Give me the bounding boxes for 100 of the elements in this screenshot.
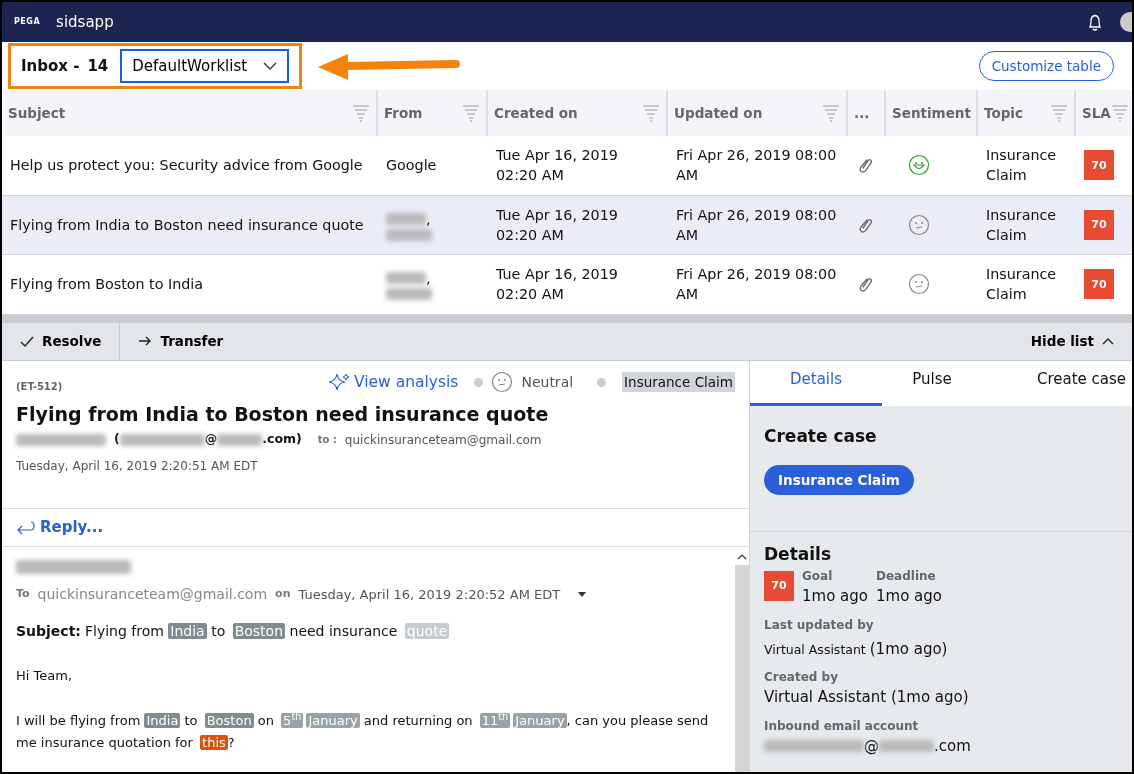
column-header[interactable]: ...: [848, 90, 886, 136]
subject-text[interactable]: Flying from Boston to India: [10, 274, 204, 295]
dot-icon: [474, 377, 484, 387]
sender-email-text: @: [204, 430, 218, 449]
to-label: To: [16, 586, 30, 603]
bell-icon: [1086, 13, 1104, 31]
updated-by-text: Virtual Assistant: [764, 640, 866, 659]
paperclip-icon: [856, 156, 874, 175]
sender-text: Google: [386, 156, 437, 176]
panel-tab[interactable]: Pulse: [882, 360, 982, 406]
on-label: on: [275, 586, 291, 603]
filter-icon: [822, 104, 840, 122]
created-date: Tue Apr 16, 2019 02:20 AM: [496, 265, 619, 305]
sparkle-icon: [327, 372, 350, 392]
created-date: Tue Apr 16, 2019 02:20 AM: [496, 146, 619, 186]
column-header[interactable]: Topic: [978, 90, 1076, 136]
recipient-email: quickinsuranceteam@gmail.com: [37, 585, 268, 604]
redacted-text: [386, 272, 426, 285]
app-logo: PEGA: [14, 16, 41, 28]
section-heading: Create case: [764, 424, 878, 448]
sla-badge: 70: [764, 571, 794, 601]
filter-icon: [462, 104, 480, 122]
avatar-icon[interactable]: [1120, 12, 1132, 32]
sender-email-text: .com): [262, 430, 302, 449]
sla-badge: 70: [1084, 150, 1114, 181]
message-id: (ET-512): [16, 379, 63, 394]
sender-email-text: (: [114, 430, 120, 449]
sla-badge: 70: [1084, 269, 1114, 300]
resolve-button[interactable]: Resolve: [2, 322, 121, 360]
redacted-text: [386, 228, 432, 241]
goal-label: Goal: [802, 568, 834, 585]
reply-arrow-icon: [16, 518, 36, 536]
deadline-value: 1mo ago: [876, 586, 942, 607]
redacted-text: [879, 739, 934, 752]
column-header[interactable]: From: [378, 90, 488, 136]
filter-icon: [642, 104, 660, 122]
updated-date: Fri Apr 26, 2019 08:00 AM: [676, 205, 838, 245]
subject-text[interactable]: Help us protect you: Security advice from Google: [10, 155, 363, 176]
dot-icon: [597, 377, 607, 387]
redacted-text: [386, 288, 432, 301]
column-header[interactable]: SLA: [1076, 90, 1132, 136]
topic-text: Insurance Claim: [986, 146, 1058, 186]
column-header[interactable]: Created on: [488, 90, 668, 136]
sent-date: Tuesday, April 16, 2019 2:20:52 AM EDT: [298, 585, 561, 604]
chevron-down-icon: [263, 61, 278, 71]
reply-link[interactable]: Reply...: [16, 515, 104, 539]
sender-text: ,: [426, 209, 431, 229]
email-paragraph: I will be flying from India to Boston on 5$^{th}$ January and returning on 11$^{th}$ January, can you please send me insurance quotation for this?: [16, 709, 710, 752]
insurance-claim-button[interactable]: Insurance Claim: [764, 465, 914, 496]
message-date: Tuesday, April 16, 2019 2:20:51 AM EDT: [16, 458, 259, 475]
goal-value: 1mo ago: [802, 586, 868, 607]
email-account-text: @: [864, 735, 879, 757]
updated-date: Fri Apr 26, 2019 08:00 AM: [676, 146, 838, 186]
worklist-dropdown[interactable]: DefaultWorklist: [120, 48, 290, 84]
filter-icon: [1110, 104, 1129, 122]
topic-text: Insurance Claim: [986, 265, 1058, 305]
message-title: Flying from India to Boston need insurance quote: [16, 401, 550, 427]
subject-label: Subject:: [16, 622, 81, 641]
email-account-text: .com: [934, 735, 971, 757]
updated-time-text: (1mo ago): [869, 638, 948, 660]
subject-text: Flying from India to Boston need insurance quote: [84, 622, 450, 641]
deadline-label: Deadline: [876, 568, 937, 585]
panel-tab[interactable]: Create case: [982, 360, 1132, 406]
topic-text: Insurance Claim: [986, 205, 1058, 245]
filter-icon: [352, 104, 370, 122]
greeting-text: Hi Team,: [16, 667, 73, 685]
splitter-bar[interactable]: [2, 314, 1132, 323]
section-heading: Details: [764, 542, 832, 566]
scroll-up-icon: [737, 552, 747, 561]
created-date: Tue Apr 16, 2019 02:20 AM: [496, 205, 619, 245]
field-label: Inbound email account: [764, 717, 920, 735]
sentiment-label: Neutral: [521, 372, 574, 392]
updated-date: Fri Apr 26, 2019 08:00 AM: [676, 265, 838, 305]
inbox-count: 14: [87, 55, 109, 77]
recipient-email: quickinsuranceteam@gmail.com: [344, 431, 542, 449]
panel-tab[interactable]: Details: [750, 360, 882, 406]
paperclip-icon: [856, 275, 874, 294]
hide-list-button[interactable]: Hide list: [1012, 322, 1132, 360]
topic-tag: Insurance Claim: [622, 372, 735, 393]
to-label: to :: [317, 433, 337, 448]
check-icon: [20, 335, 34, 347]
sla-badge: 70: [1084, 209, 1114, 240]
redacted-text: [217, 433, 263, 446]
created-by-text: Virtual Assistant (1mo ago): [764, 687, 970, 708]
field-label: Created by: [764, 669, 839, 686]
app-title: sidsapp: [56, 11, 114, 33]
column-header[interactable]: Subject: [2, 90, 378, 136]
chevron-up-icon: [1102, 336, 1114, 346]
customize-table-button[interactable]: Customize table: [978, 50, 1114, 82]
right-arrow-icon: [138, 335, 153, 347]
sender-text: ,: [426, 269, 431, 289]
transfer-button[interactable]: Transfer: [120, 322, 242, 360]
column-header[interactable]: Sentiment: [886, 90, 978, 136]
field-label: Last updated by: [764, 616, 875, 634]
caret-down-icon: [578, 592, 587, 597]
redacted-text: [386, 212, 426, 225]
inbox-label: Inbox -: [21, 55, 80, 77]
column-header[interactable]: Updated on: [668, 90, 848, 136]
view-analysis-link[interactable]: View analysis: [327, 370, 459, 394]
filter-icon: [1050, 104, 1068, 122]
